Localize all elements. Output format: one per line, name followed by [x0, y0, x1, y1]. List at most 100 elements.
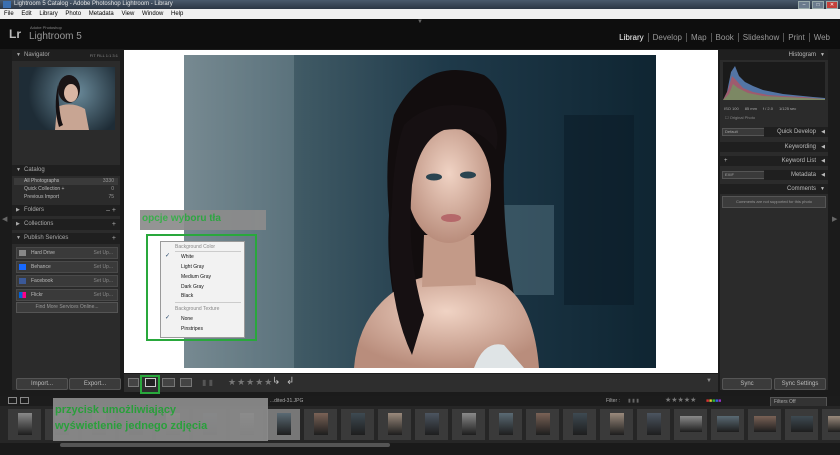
publish-services-header[interactable]: ▼ Publish Services +	[12, 233, 120, 244]
service-behance[interactable]: Behance Set Up...	[16, 261, 118, 273]
catalog-item-previous-import[interactable]: Previous Import 75	[14, 194, 118, 201]
service-hard-drive[interactable]: Hard Drive Set Up...	[16, 247, 118, 259]
metadata-preset-select[interactable]: EXIF	[722, 171, 766, 179]
navigator-preview[interactable]	[19, 67, 115, 130]
window-1-icon[interactable]	[8, 397, 17, 404]
filmstrip-thumbnail[interactable]	[452, 409, 485, 440]
filmstrip-scrollbar[interactable]	[0, 443, 840, 455]
folders-header[interactable]: ▶ Folders – +	[12, 205, 120, 216]
menu-metadata[interactable]: Metadata	[89, 11, 114, 17]
menu-edit[interactable]: Edit	[21, 11, 31, 17]
service-setup-link[interactable]: Set Up...	[94, 290, 113, 300]
menu-file[interactable]: File	[4, 11, 14, 17]
sync-button[interactable]: Sync	[722, 378, 772, 390]
original-photo-checkbox[interactable]: ☐ Original Photo	[725, 115, 755, 120]
service-setup-link[interactable]: Set Up...	[94, 276, 113, 286]
filter-flags-icon[interactable]: ▮ ▮ ▮	[628, 396, 639, 406]
service-setup-link[interactable]: Set Up...	[94, 262, 113, 272]
filmstrip-thumbnail[interactable]	[748, 409, 781, 440]
filmstrip-thumbnail[interactable]	[526, 409, 559, 440]
menu-item-medium-gray[interactable]: Medium Gray	[181, 274, 211, 280]
quick-develop-preset-select[interactable]: Default	[722, 128, 766, 136]
module-book[interactable]: Book	[710, 33, 738, 42]
minimize-button[interactable]: –	[798, 1, 810, 9]
triangle-left-icon: ◀	[821, 172, 825, 178]
import-button[interactable]: Import...	[16, 378, 68, 390]
metadata-header[interactable]: Metadata ◀	[764, 170, 828, 180]
filmstrip-thumbnail[interactable]	[489, 409, 522, 440]
module-library[interactable]: Library	[615, 33, 647, 42]
add-collection-icon[interactable]: +	[112, 219, 116, 230]
filmstrip-thumbnail[interactable]	[563, 409, 596, 440]
module-web[interactable]: Web	[808, 33, 834, 42]
filmstrip-thumbnail[interactable]	[267, 409, 300, 440]
filmstrip-thumbnail[interactable]	[8, 409, 41, 440]
sync-settings-button[interactable]: Sync Settings	[774, 378, 826, 390]
grid-view-icon[interactable]	[128, 378, 139, 387]
add-keyword-icon[interactable]: +	[724, 156, 728, 166]
scrollbar-thumb[interactable]	[60, 443, 390, 447]
filmstrip-thumbnail[interactable]	[637, 409, 670, 440]
service-flickr[interactable]: Flickr Set Up...	[16, 289, 118, 301]
catalog-item-quick-collection[interactable]: Quick Collection + 0	[14, 186, 118, 193]
filmstrip-thumbnail[interactable]	[822, 409, 840, 440]
keyword-list-header[interactable]: + Keyword List ◀	[720, 156, 828, 166]
filmstrip-thumbnail[interactable]	[600, 409, 633, 440]
close-button[interactable]: ✕	[826, 1, 838, 9]
menu-item-light-gray[interactable]: Light Gray	[181, 264, 204, 270]
navigator-header[interactable]: ▼ Navigator FIT FILL 1:1 3:1	[12, 50, 120, 61]
menu-item-dark-gray[interactable]: Dark Gray	[181, 284, 204, 290]
service-setup-link[interactable]: Set Up...	[94, 248, 113, 258]
module-map[interactable]: Map	[685, 33, 711, 42]
rotate-right-icon[interactable]: ↲	[286, 376, 294, 387]
menu-photo[interactable]: Photo	[65, 11, 81, 17]
filmstrip-thumbnail[interactable]	[304, 409, 337, 440]
menu-item-pinstripes[interactable]: Pinstripes	[181, 326, 203, 332]
collapse-right-icon[interactable]: ▶	[832, 215, 837, 223]
flag-icons[interactable]: ▮ ▮	[202, 378, 213, 387]
filter-color-labels[interactable]: ■■■■■	[706, 396, 721, 406]
filmstrip-thumbnail[interactable]	[341, 409, 374, 440]
navigator-zoom-options[interactable]: FIT FILL 1:1 3:1	[90, 50, 118, 61]
catalog-header[interactable]: ▼ Catalog	[12, 165, 120, 176]
add-folder-icon[interactable]: – +	[106, 205, 116, 216]
comments-header[interactable]: Comments ▼	[720, 184, 828, 194]
histogram-graph[interactable]	[723, 62, 825, 100]
collapse-left-icon[interactable]: ◀	[2, 215, 7, 223]
rating-stars[interactable]: ★★★★★	[228, 377, 273, 388]
menu-window[interactable]: Window	[142, 11, 163, 17]
service-facebook[interactable]: Facebook Set Up...	[16, 275, 118, 287]
menu-item-white[interactable]: White	[181, 254, 194, 260]
rotate-left-icon[interactable]: ↳	[272, 376, 280, 387]
export-button[interactable]: Export...	[69, 378, 121, 390]
module-slideshow[interactable]: Slideshow	[737, 33, 783, 42]
toolbar-menu-icon[interactable]: ▼	[706, 378, 712, 384]
filmstrip-thumbnail[interactable]	[785, 409, 818, 440]
menu-help[interactable]: Help	[171, 11, 183, 17]
histogram-header[interactable]: Histogram ▼	[720, 50, 828, 60]
module-develop[interactable]: Develop	[647, 33, 686, 42]
menu-library[interactable]: Library	[39, 11, 57, 17]
find-more-services-button[interactable]: Find More Services Online...	[16, 302, 118, 313]
collections-header[interactable]: ▶ Collections +	[12, 219, 120, 230]
collapse-top-icon[interactable]: ▼	[417, 19, 423, 25]
menu-view[interactable]: View	[121, 11, 134, 17]
histogram-title: Histogram	[788, 52, 816, 58]
menu-item-none[interactable]: None	[181, 316, 193, 322]
filmstrip-filename[interactable]: ...dited-31.JPG	[270, 396, 303, 406]
filmstrip-thumbnail[interactable]	[378, 409, 411, 440]
keywording-header[interactable]: Keywording ◀	[720, 142, 828, 152]
window-2-icon[interactable]	[20, 397, 29, 404]
quick-develop-header[interactable]: Quick Develop ◀	[764, 127, 828, 137]
maximize-button[interactable]: □	[812, 1, 824, 9]
add-service-icon[interactable]: +	[112, 233, 116, 244]
menu-item-black[interactable]: Black	[181, 293, 193, 299]
filmstrip-thumbnail[interactable]	[711, 409, 744, 440]
compare-view-icon[interactable]	[162, 378, 175, 387]
filmstrip-thumbnail[interactable]	[415, 409, 448, 440]
module-print[interactable]: Print	[783, 33, 808, 42]
filter-stars[interactable]: ★★★★★	[665, 396, 696, 406]
catalog-item-all-photographs[interactable]: All Photographs 3330	[14, 178, 118, 185]
survey-view-icon[interactable]	[180, 378, 192, 387]
filmstrip-thumbnail[interactable]	[674, 409, 707, 440]
